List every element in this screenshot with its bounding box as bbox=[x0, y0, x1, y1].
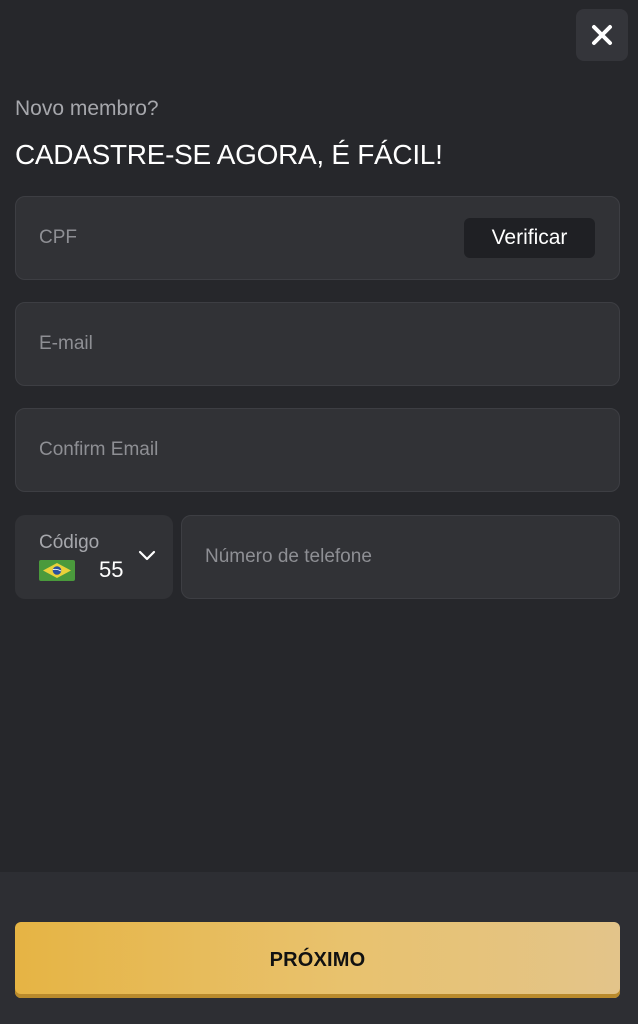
chevron-down-icon bbox=[138, 550, 156, 561]
confirm-email-field bbox=[15, 408, 620, 492]
email-field bbox=[15, 302, 620, 386]
country-code-select[interactable]: Código 55 bbox=[15, 515, 173, 599]
page-title: CADASTRE-SE AGORA, É FÁCIL! bbox=[15, 139, 443, 170]
registration-screen: Novo membro? CADASTRE-SE AGORA, É FÁCIL!… bbox=[0, 0, 638, 1024]
confirm-email-input[interactable] bbox=[16, 409, 619, 491]
next-button[interactable]: PRÓXIMO bbox=[15, 922, 620, 998]
country-code-value: 55 bbox=[99, 557, 124, 582]
brazil-flag-icon bbox=[39, 560, 75, 581]
phone-field bbox=[181, 515, 620, 599]
phone-input[interactable] bbox=[182, 516, 619, 598]
verify-button[interactable]: Verificar bbox=[464, 218, 595, 258]
email-input[interactable] bbox=[16, 303, 619, 385]
subtitle: Novo membro? bbox=[15, 97, 159, 120]
close-button[interactable] bbox=[576, 9, 628, 61]
cpf-field: Verificar bbox=[15, 196, 620, 280]
close-icon bbox=[592, 25, 612, 45]
country-code-label: Código bbox=[39, 532, 100, 553]
